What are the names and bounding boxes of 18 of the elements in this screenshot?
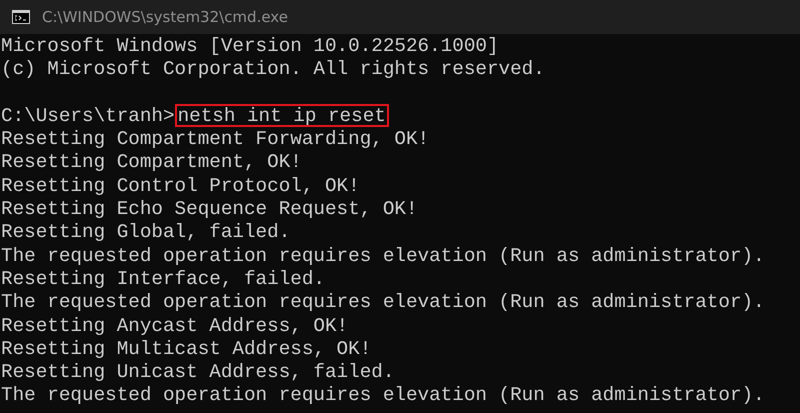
console-output-line: (c) Microsoft Corporation. All rights reserved. [1, 58, 546, 82]
console-output-line: The requested operation requires elevation (Run as administrator). [1, 291, 766, 315]
console-output-line: Resetting Compartment, OK! [1, 151, 303, 175]
command-text: netsh int ip reset [174, 104, 389, 127]
console-output-line: Resetting Compartment Forwarding, OK! [1, 128, 430, 152]
console-output-line: Resetting Multicast Address, OK! [1, 338, 372, 362]
console-output-line: Resetting Unicast Address, failed. [1, 361, 396, 384]
command-prompt: C:\Users\tranh> [1, 104, 175, 128]
terminal-icon [12, 10, 30, 24]
console-output-line: Microsoft Windows [Version 10.0.22526.1000] [1, 35, 500, 58]
console-output-line: The requested operation requires elevation (Run as administrator). [1, 384, 766, 408]
console-output-line: Resetting Interface, failed. [1, 268, 326, 292]
console-output-line: Resetting Echo Sequence Request, OK! [1, 198, 419, 222]
console-output-line: Resetting Global, failed. [1, 221, 292, 245]
window-title: C:\WINDOWS\system32\cmd.exe [42, 8, 288, 26]
console-output-line: Resetting Anycast Address, OK! [1, 314, 350, 338]
console-output-line: Resetting Control Protocol, OK! [1, 174, 361, 198]
console-output-line: The requested operation requires elevation (Run as administrator). [1, 244, 766, 268]
